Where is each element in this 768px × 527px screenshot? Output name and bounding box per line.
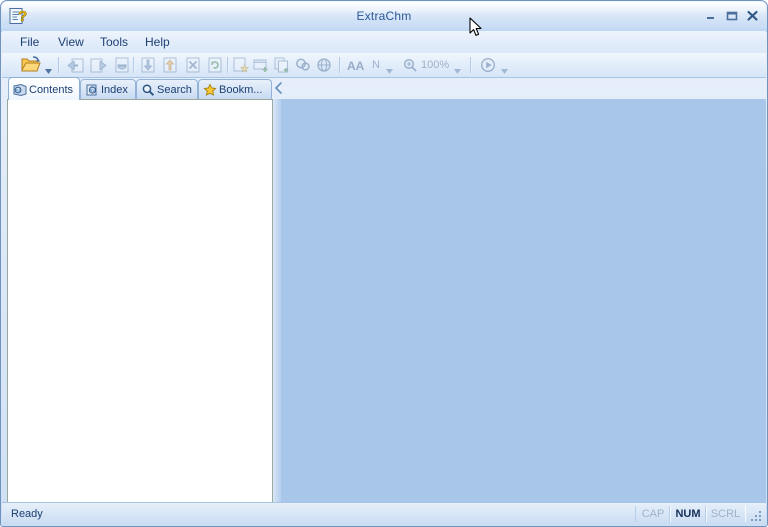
- stop-button[interactable]: [183, 55, 203, 75]
- tab-index[interactable]: ? Index: [80, 79, 136, 99]
- tab-bookmarks-label: Bookm...: [219, 84, 263, 96]
- open-file-dropdown-caret[interactable]: [45, 61, 52, 74]
- index-book-help-icon: ?: [85, 83, 99, 97]
- font-size-button[interactable]: AA: [347, 55, 367, 75]
- svg-text:AA: AA: [347, 59, 365, 73]
- tab-bookmarks[interactable]: Bookm...: [198, 79, 272, 99]
- add-bookmark-button[interactable]: [231, 55, 251, 75]
- status-badge-num: NUM: [669, 506, 707, 522]
- menu-item-view[interactable]: View: [50, 33, 92, 51]
- tab-contents[interactable]: ? Contents: [8, 77, 80, 100]
- tab-index-label: Index: [101, 84, 128, 96]
- menu-item-tools[interactable]: Tools: [92, 33, 136, 51]
- toolbar-separator: [227, 57, 229, 73]
- menu-bar: File View Tools Help: [2, 31, 766, 54]
- chevron-left-icon[interactable]: [274, 81, 284, 95]
- status-bar: Ready CAP NUM SCRL: [2, 502, 766, 525]
- status-badge-scrl: SCRL: [705, 506, 746, 522]
- tab-contents-label: Contents: [29, 84, 74, 96]
- contents-book-help-icon: ?: [13, 83, 27, 97]
- play-button[interactable]: [478, 55, 498, 75]
- find-button[interactable]: [293, 55, 313, 75]
- forward-button[interactable]: [88, 55, 108, 75]
- zoom-magnifier-icon[interactable]: [402, 55, 418, 75]
- next-topic-button[interactable]: [160, 55, 180, 75]
- resize-grip-icon[interactable]: [749, 509, 763, 523]
- zoom-dropdown-caret[interactable]: [454, 61, 461, 74]
- toolbar-separator: [133, 57, 135, 73]
- refresh-button[interactable]: [205, 55, 225, 75]
- tab-search-label: Search: [157, 84, 192, 96]
- font-style-label: N: [372, 59, 380, 71]
- toolbar-separator: [470, 57, 472, 73]
- menu-item-file[interactable]: File: [12, 33, 47, 51]
- contents-tree[interactable]: [8, 100, 272, 502]
- new-window-button[interactable]: [251, 55, 271, 75]
- toolbar: AA N 100%: [2, 53, 766, 78]
- toolbar-separator: [339, 57, 341, 73]
- svg-text:?: ?: [91, 88, 94, 94]
- zoom-level-label: 100%: [421, 59, 450, 71]
- application-window: ? ExtraChm File View Tools Help AA N 100…: [0, 0, 768, 527]
- previous-topic-button[interactable]: [138, 55, 158, 75]
- copy-button[interactable]: [272, 55, 292, 75]
- contents-tree-panel: [7, 99, 273, 503]
- bookmark-star-icon: [203, 83, 217, 97]
- navigation-tabs: ? Contents ? Index Search Bookm...: [2, 77, 282, 100]
- back-button[interactable]: [66, 55, 86, 75]
- font-style-dropdown-caret[interactable]: [386, 61, 393, 74]
- maximize-button[interactable]: [723, 8, 740, 23]
- toolbar-separator: [58, 57, 60, 73]
- status-badge-cap: CAP: [635, 506, 671, 522]
- tab-search[interactable]: Search: [136, 79, 198, 99]
- search-magnifier-icon: [141, 83, 155, 97]
- panel-splitter[interactable]: [273, 99, 281, 503]
- menu-item-help[interactable]: Help: [137, 33, 178, 51]
- print-button[interactable]: [314, 55, 334, 75]
- minimize-button[interactable]: [702, 8, 719, 23]
- home-button[interactable]: [112, 55, 132, 75]
- topic-view[interactable]: [281, 99, 766, 503]
- close-button[interactable]: [744, 8, 761, 23]
- page-title: ExtraChm: [356, 9, 412, 23]
- open-file-button[interactable]: [20, 55, 42, 75]
- svg-text:?: ?: [16, 88, 19, 94]
- title-bar[interactable]: ? ExtraChm: [1, 1, 767, 32]
- status-message: Ready: [11, 508, 43, 520]
- play-dropdown-caret[interactable]: [501, 61, 508, 74]
